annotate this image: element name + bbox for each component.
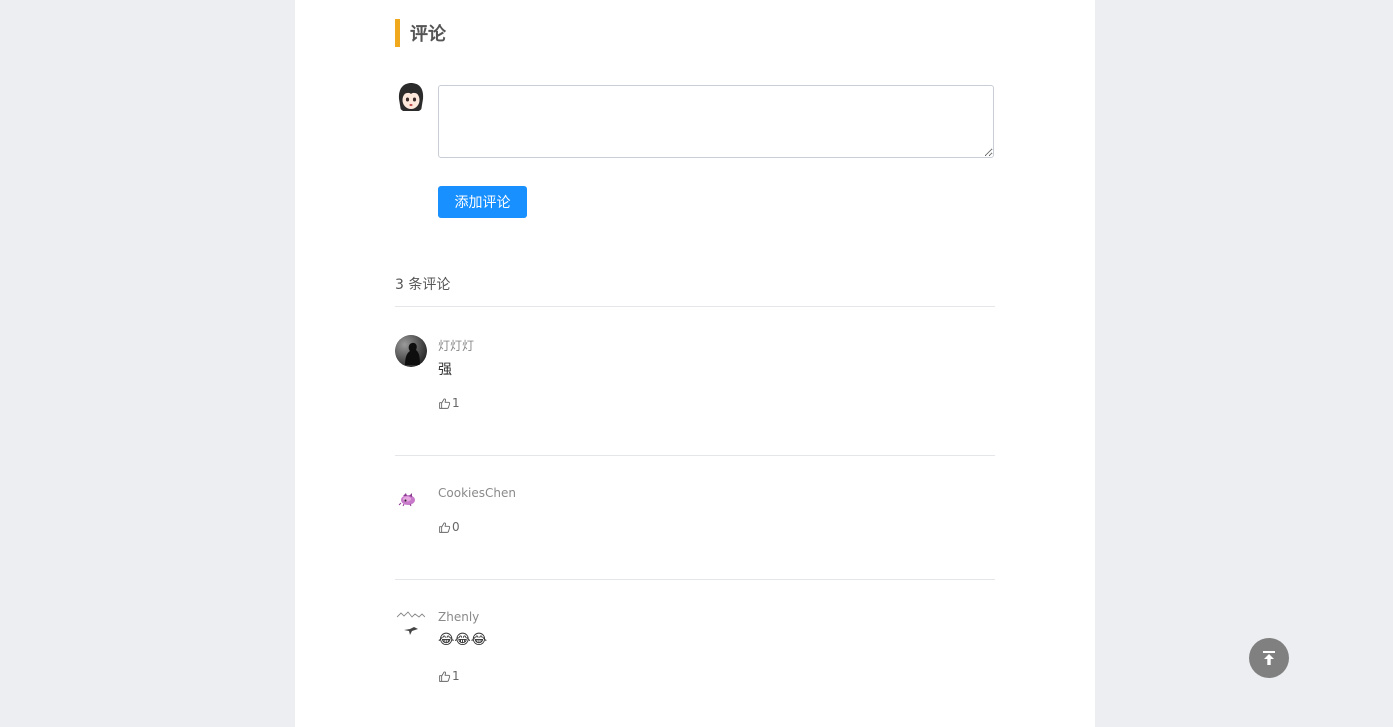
comment-text: 😂😂😂 <box>438 632 488 648</box>
comments-section-title: 评论 <box>395 19 446 47</box>
commenter-avatar <box>395 335 427 367</box>
like-count: 1 <box>452 669 460 683</box>
like-button[interactable]: 1 <box>438 669 460 683</box>
comment-author[interactable]: CookiesChen <box>438 486 516 500</box>
arrow-up-to-line-icon <box>1263 651 1275 665</box>
add-comment-button[interactable]: 添加评论 <box>438 186 527 218</box>
commenter-avatar <box>395 608 427 640</box>
divider <box>395 579 995 580</box>
comment-author[interactable]: 灯灯灯 <box>438 337 474 354</box>
thumbs-up-icon <box>439 521 451 533</box>
content-card: 评论 添加评论 3 条评论 灯灯灯 强 1 CookiesChen 0 Zhen… <box>295 0 1095 727</box>
thumbs-up-icon <box>439 397 451 409</box>
thumbs-up-icon <box>439 670 451 682</box>
back-to-top-button[interactable] <box>1249 638 1289 678</box>
accent-bar <box>395 19 400 47</box>
divider <box>395 306 995 307</box>
like-count: 1 <box>452 396 460 410</box>
like-count: 0 <box>452 520 460 534</box>
current-user-avatar <box>395 81 427 113</box>
comment-input[interactable] <box>438 85 994 158</box>
commenter-avatar <box>395 484 427 516</box>
divider <box>395 455 995 456</box>
like-button[interactable]: 1 <box>438 396 460 410</box>
comments-count: 3 条评论 <box>395 277 451 293</box>
section-title-text: 评论 <box>410 24 446 45</box>
comment-text: 强 <box>438 362 452 378</box>
like-button[interactable]: 0 <box>438 520 460 534</box>
comment-author[interactable]: Zhenly <box>438 610 479 624</box>
